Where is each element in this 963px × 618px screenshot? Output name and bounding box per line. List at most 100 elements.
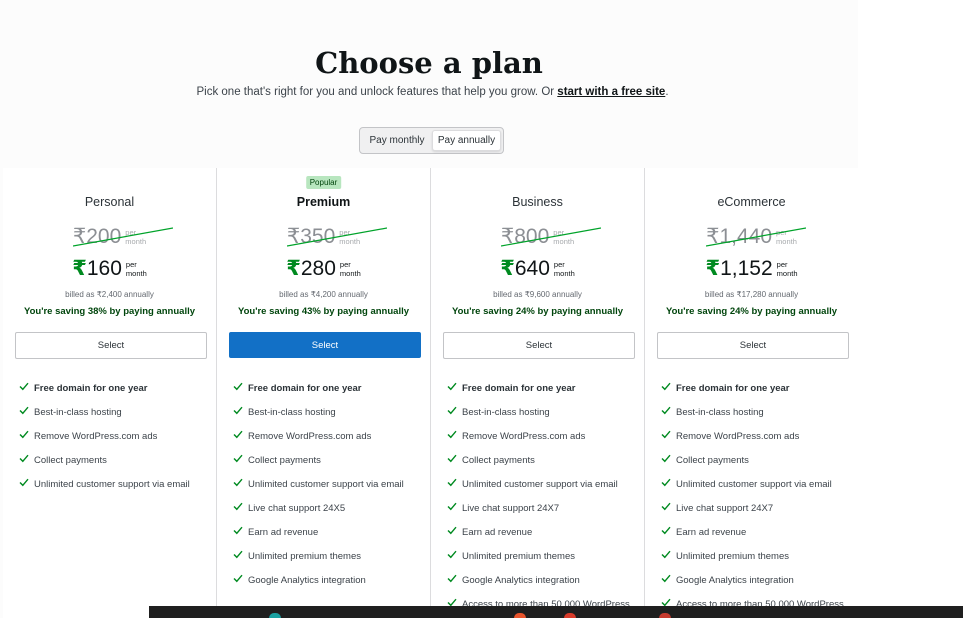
per-label: per bbox=[553, 260, 565, 269]
checkmark-icon bbox=[661, 502, 675, 514]
feature-item: Remove WordPress.com ads bbox=[233, 424, 423, 448]
feature-item: Free domain for one year bbox=[447, 376, 637, 400]
feature-label: Unlimited customer support via email bbox=[248, 478, 404, 490]
per-label: per bbox=[339, 260, 351, 269]
pay-annually-option[interactable]: Pay annually bbox=[432, 130, 501, 151]
feature-label: Unlimited customer support via email bbox=[462, 478, 618, 490]
subtitle-end: . bbox=[665, 86, 669, 98]
feature-label: Remove WordPress.com ads bbox=[462, 430, 586, 442]
feature-item: Best-in-class hosting bbox=[661, 400, 851, 424]
feature-label: Earn ad revenue bbox=[676, 526, 747, 538]
select-plan-button[interactable]: Select bbox=[657, 332, 849, 359]
pay-monthly-option[interactable]: Pay monthly bbox=[362, 130, 432, 151]
per-label: per bbox=[776, 228, 787, 237]
checkmark-icon bbox=[447, 502, 461, 514]
feature-item: Collect payments bbox=[661, 448, 851, 472]
per-label: per bbox=[125, 228, 137, 237]
plan-card-personal: Personal ₹200 per month ₹160 per month billed a… bbox=[3, 168, 217, 618]
checkmark-icon bbox=[661, 454, 675, 466]
taskbar-app-icon[interactable] bbox=[514, 613, 526, 618]
taskbar-app-icon[interactable] bbox=[659, 613, 671, 618]
feature-label: Live chat support 24X7 bbox=[676, 502, 774, 514]
taskbar-app-icon[interactable] bbox=[269, 613, 281, 618]
old-price: ₹800 per month bbox=[431, 225, 644, 249]
feature-item: Google Analytics integration bbox=[233, 568, 423, 592]
feature-item: Remove WordPress.com ads bbox=[19, 424, 209, 448]
checkmark-icon bbox=[661, 406, 675, 418]
new-price: ₹160 per month bbox=[3, 257, 216, 281]
feature-label: Unlimited customer support via email bbox=[34, 478, 190, 490]
select-plan-button[interactable]: Select bbox=[15, 332, 207, 359]
saving-text: You're saving 24% by paying annually bbox=[665, 306, 838, 317]
currency-symbol: ₹ bbox=[705, 257, 721, 280]
new-price-group: ₹1,152 per month bbox=[705, 257, 797, 281]
month-label: month bbox=[553, 237, 575, 246]
old-price: ₹1,440 per month bbox=[645, 225, 858, 249]
saving-text: You're saving 43% by paying annually bbox=[237, 306, 410, 317]
per-month-label: per month bbox=[125, 228, 146, 246]
feature-label: Unlimited customer support via email bbox=[676, 478, 832, 490]
feature-item: Google Analytics integration bbox=[447, 568, 637, 592]
new-price: ₹280 per month bbox=[217, 257, 430, 281]
checkmark-icon bbox=[19, 382, 33, 394]
select-plan-button[interactable]: Select bbox=[443, 332, 635, 359]
checkmark-icon bbox=[447, 550, 461, 562]
plan-card-business: Business ₹800 per month ₹640 per month billed a… bbox=[431, 168, 645, 618]
old-price-group: ₹1,440 per month bbox=[706, 225, 797, 249]
popular-badge: Popular bbox=[305, 176, 342, 189]
saving-text: You're saving 24% by paying annually bbox=[451, 306, 624, 317]
checkmark-icon bbox=[233, 478, 247, 490]
feature-label: Remove WordPress.com ads bbox=[34, 430, 158, 442]
checkmark-icon bbox=[661, 478, 675, 490]
per-label: per bbox=[776, 260, 788, 269]
per-month-label: per month bbox=[126, 260, 147, 278]
right-margin bbox=[858, 0, 963, 618]
new-price-amount: 1,152 bbox=[720, 257, 773, 280]
start-free-site-link[interactable]: start with a free site bbox=[557, 86, 665, 98]
currency-symbol: ₹ bbox=[286, 225, 301, 248]
feature-list: Free domain for one year Best-in-class ho… bbox=[661, 376, 851, 616]
per-label: per bbox=[125, 260, 137, 269]
feature-item: Free domain for one year bbox=[19, 376, 209, 400]
new-price-amount: 640 bbox=[514, 257, 550, 280]
checkmark-icon bbox=[233, 406, 247, 418]
old-price-amount: 200 bbox=[86, 225, 122, 248]
old-price-group: ₹200 per month bbox=[72, 225, 146, 249]
os-taskbar bbox=[149, 606, 963, 618]
feature-item: Collect payments bbox=[233, 448, 423, 472]
feature-item: Free domain for one year bbox=[233, 376, 423, 400]
checkmark-icon bbox=[233, 430, 247, 442]
feature-item: Best-in-class hosting bbox=[19, 400, 209, 424]
plan-name: Personal bbox=[84, 195, 135, 209]
checkmark-icon bbox=[447, 430, 461, 442]
feature-item: Google Analytics integration bbox=[661, 568, 851, 592]
feature-item: Earn ad revenue bbox=[447, 520, 637, 544]
feature-label: Collect payments bbox=[34, 454, 107, 466]
feature-label: Remove WordPress.com ads bbox=[676, 430, 800, 442]
per-month-label: per month bbox=[776, 228, 797, 246]
select-plan-button[interactable]: Select bbox=[229, 332, 421, 358]
currency-symbol: ₹ bbox=[500, 225, 515, 248]
taskbar-app-icon[interactable] bbox=[564, 613, 576, 618]
feature-label: Best-in-class hosting bbox=[462, 406, 550, 418]
feature-item: Live chat support 24X7 bbox=[661, 496, 851, 520]
plan-name: Premium bbox=[296, 195, 351, 209]
currency-symbol: ₹ bbox=[72, 257, 87, 280]
feature-label: Best-in-class hosting bbox=[676, 406, 764, 418]
checkmark-icon bbox=[233, 574, 247, 586]
feature-item: Remove WordPress.com ads bbox=[661, 424, 851, 448]
checkmark-icon bbox=[447, 454, 461, 466]
feature-item: Unlimited customer support via email bbox=[19, 472, 209, 496]
subtitle-text: Pick one that's right for you and unlock… bbox=[196, 86, 558, 98]
checkmark-icon bbox=[447, 574, 461, 586]
feature-item: Best-in-class hosting bbox=[447, 400, 637, 424]
feature-label: Best-in-class hosting bbox=[34, 406, 122, 418]
plan-card-premium: Popular Premium ₹350 per month ₹280 per month bi… bbox=[217, 168, 431, 618]
feature-item: Collect payments bbox=[19, 448, 209, 472]
new-price: ₹1,152 per month bbox=[645, 257, 858, 281]
feature-label: Earn ad revenue bbox=[248, 526, 319, 538]
old-price-group: ₹350 per month bbox=[286, 225, 360, 249]
checkmark-icon bbox=[233, 550, 247, 562]
feature-item: Remove WordPress.com ads bbox=[447, 424, 637, 448]
billed-annually-text: billed as ₹2,400 annually bbox=[65, 290, 154, 299]
